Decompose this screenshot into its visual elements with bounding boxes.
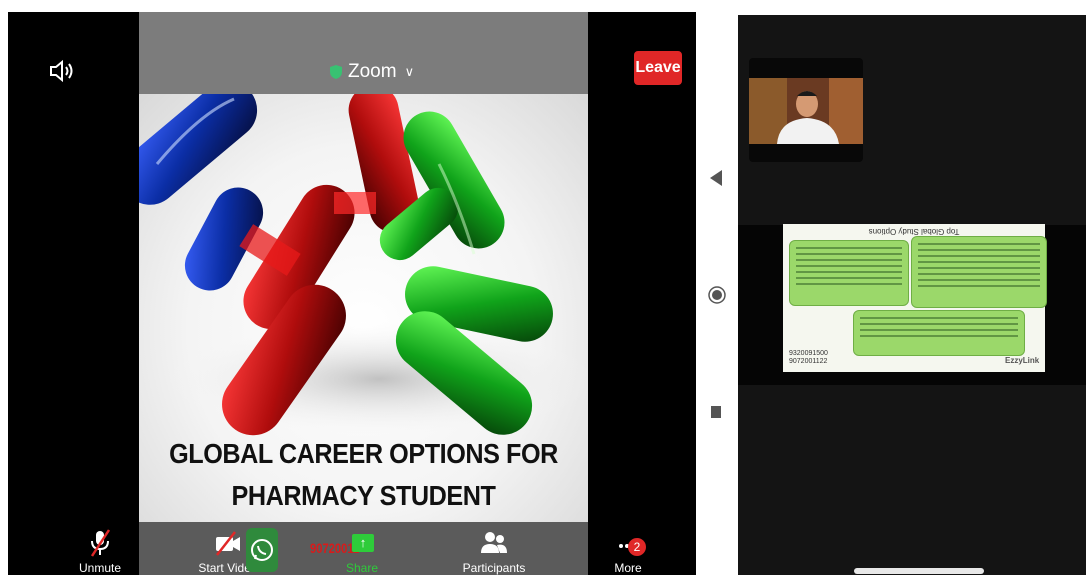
unmute-label: Unmute: [78, 561, 122, 575]
second-screen: Top Global Study Options 9320091500 9072…: [738, 15, 1086, 575]
slide-title-line2: PHARMACY STUDENT: [231, 480, 496, 511]
slide-title-line1: GLOBAL CAREER OPTIONS FOR: [169, 438, 558, 469]
whatsapp-overlay: [246, 528, 278, 572]
home-circle-icon[interactable]: [708, 286, 726, 304]
speaker-video-tile[interactable]: [749, 58, 863, 162]
mini-logo: EzzyLink: [1005, 356, 1040, 365]
speaker-video: [749, 78, 863, 144]
participants-icon: [481, 532, 507, 553]
speaker-icon[interactable]: [48, 58, 76, 84]
back-triangle-icon[interactable]: [710, 170, 722, 186]
mic-muted-icon: [90, 529, 111, 557]
share-label: Share: [345, 561, 379, 575]
mini-slide-title: Top Global Study Options: [868, 227, 960, 236]
mini-phone-numbers: 9320091500 9072001122: [789, 350, 828, 366]
meeting-title-label: Zoom: [348, 61, 397, 82]
whatsapp-icon: [251, 539, 273, 561]
meeting-title[interactable]: Zoom ∨: [330, 60, 414, 84]
zoom-meeting-screen: Zoom ∨ Leave GLOBAL CAREER OPTIONS FOR P…: [8, 12, 696, 575]
participants-button[interactable]: Participants: [458, 522, 530, 575]
mini-phone-2: 9072001122: [789, 358, 828, 365]
notification-badge: 2: [628, 538, 646, 556]
recent-square-icon[interactable]: [711, 406, 721, 418]
zoom-top-bar: Zoom ∨ Leave: [8, 12, 696, 94]
more-label: More: [614, 561, 642, 575]
leave-button[interactable]: Leave: [634, 51, 682, 85]
mini-shared-slide: Top Global Study Options 9320091500 9072…: [783, 224, 1047, 372]
mini-phone-1: 9320091500: [789, 350, 828, 357]
share-arrow-icon: ↑: [352, 534, 374, 552]
mini-box-left: [789, 240, 909, 306]
mini-box-right: [911, 236, 1047, 308]
mini-box-bottom: [853, 310, 1025, 356]
shield-icon: [330, 65, 342, 79]
home-indicator[interactable]: [854, 568, 984, 574]
video-off-icon: [216, 531, 240, 556]
participants-label: Participants: [462, 561, 526, 575]
shared-slide: GLOBAL CAREER OPTIONS FOR PHARMACY STUDE…: [139, 94, 588, 522]
unmute-button[interactable]: Unmute: [76, 522, 124, 575]
chevron-down-icon: ∨: [404, 64, 415, 79]
